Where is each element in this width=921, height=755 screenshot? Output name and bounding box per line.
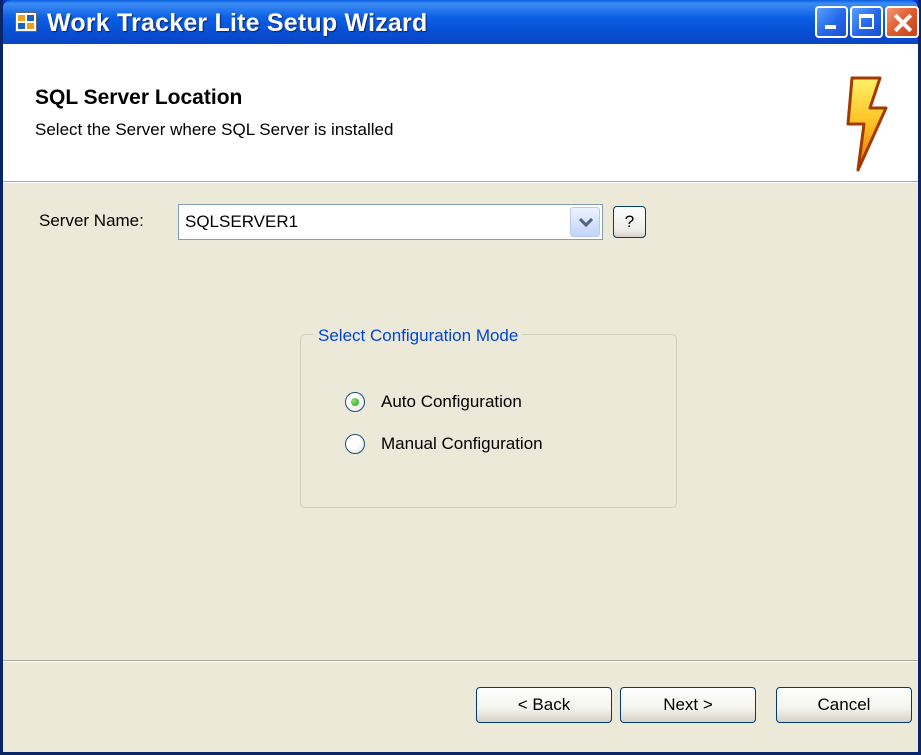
header-divider [3, 182, 918, 183]
manual-configuration-label[interactable]: Manual Configuration [381, 434, 543, 454]
dropdown-button[interactable] [570, 207, 600, 237]
page-title: SQL Server Location [35, 86, 243, 109]
setup-wizard-window: Work Tracker Lite Setup Wizard SQL Serve… [0, 0, 921, 755]
help-button[interactable]: ? [613, 206, 646, 238]
wizard-header: SQL Server Location Select the Server wh… [3, 44, 918, 182]
close-button[interactable] [885, 6, 919, 38]
server-name-value[interactable]: SQLSERVER1 [185, 212, 298, 232]
manual-configuration-radio[interactable] [345, 434, 365, 454]
title-bar[interactable]: Work Tracker Lite Setup Wizard [3, 0, 919, 44]
minimize-button[interactable] [815, 6, 848, 38]
maximize-button[interactable] [850, 6, 883, 38]
server-name-combobox[interactable]: SQLSERVER1 [178, 204, 603, 240]
chevron-down-icon [579, 218, 593, 228]
footer-divider-highlight [3, 661, 918, 662]
next-button[interactable]: Next > [620, 687, 756, 723]
configuration-mode-legend: Select Configuration Mode [314, 326, 523, 346]
configuration-mode-group [300, 334, 677, 508]
cancel-button[interactable]: Cancel [776, 687, 912, 723]
page-subtitle: Select the Server where SQL Server is in… [35, 120, 394, 139]
auto-configuration-label[interactable]: Auto Configuration [381, 392, 522, 412]
wizard-client-area: SQL Server Location Select the Server wh… [3, 44, 918, 752]
auto-configuration-radio[interactable] [345, 392, 365, 412]
app-icon [15, 12, 37, 32]
back-button[interactable]: < Back [476, 687, 612, 723]
window-title: Work Tracker Lite Setup Wizard [47, 9, 428, 37]
lightning-bolt-icon [846, 76, 888, 172]
server-name-label: Server Name: [39, 211, 144, 230]
